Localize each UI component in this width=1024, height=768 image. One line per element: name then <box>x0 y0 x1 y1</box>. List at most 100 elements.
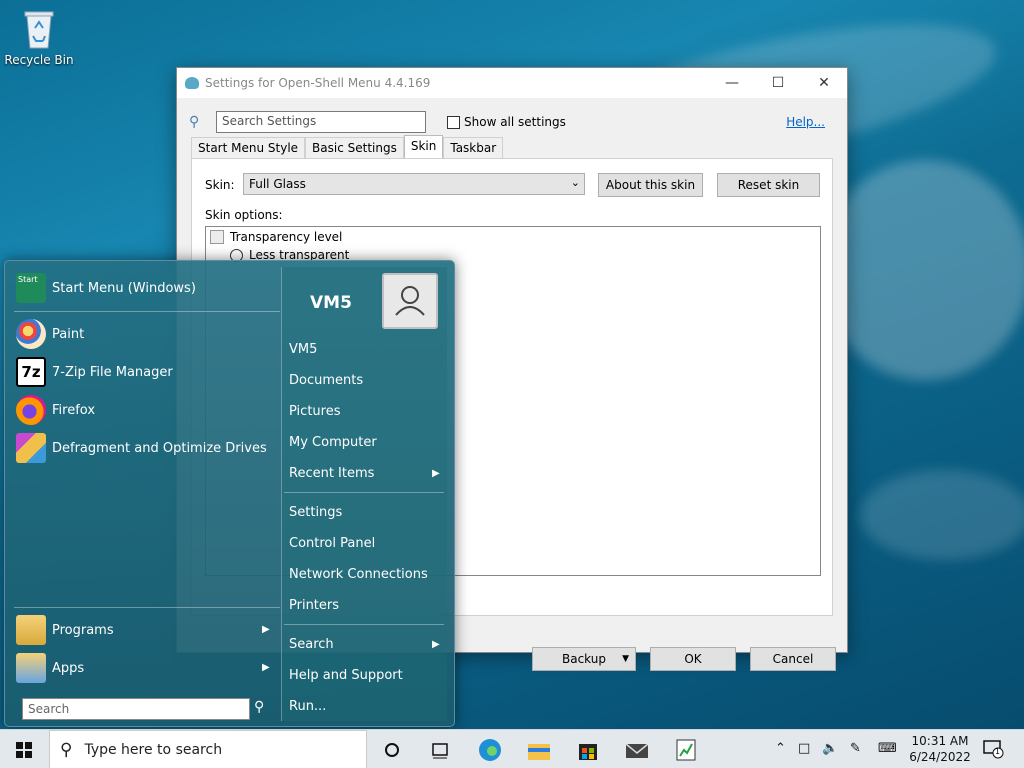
keyboard-icon[interactable]: ⌨ <box>878 741 897 756</box>
right-item-recent-items[interactable]: Recent Items <box>289 466 374 481</box>
user-icon <box>395 286 425 316</box>
programs-folder-icon <box>16 615 46 645</box>
start-menu[interactable]: Start Start Menu (Windows) Paint 7z 7-Zi… <box>4 260 455 727</box>
chevron-down-icon: ⌄ <box>570 176 580 189</box>
notification-count: 1 <box>995 747 1001 756</box>
search-icon: ⚲ <box>60 739 73 760</box>
separator <box>14 607 280 608</box>
taskbar-search-box[interactable]: ⚲ Type here to search <box>49 730 367 768</box>
item-label: Paint <box>52 326 85 342</box>
reset-skin-button[interactable]: Reset skin <box>717 173 820 197</box>
chevron-right-icon: ▶ <box>432 639 440 650</box>
start-menu-right-pane: VM5 VM5 Documents Pictures My Computer R… <box>281 267 447 721</box>
chevron-right-icon: ▶ <box>262 662 270 673</box>
pinned-item-paint[interactable]: Paint <box>16 319 84 349</box>
right-item-settings[interactable]: Settings <box>289 505 342 520</box>
search-icon[interactable]: ⚲ <box>254 699 264 715</box>
task-view-timeline-icon[interactable] <box>426 736 454 764</box>
right-item-vm5[interactable]: VM5 <box>289 342 317 357</box>
pinned-item-defragment[interactable]: Defragment and Optimize Drives <box>16 433 267 463</box>
skin-label: Skin: <box>205 178 235 192</box>
backup-button[interactable]: Backup ▼ <box>532 647 636 671</box>
minimize-button[interactable]: — <box>709 75 755 91</box>
maximize-button[interactable]: ☐ <box>755 75 801 91</box>
chevron-right-icon: ▶ <box>432 468 440 479</box>
skin-dropdown[interactable]: Full Glass ⌄ <box>243 173 585 195</box>
network-icon[interactable]: □ <box>798 741 810 756</box>
mail-icon[interactable] <box>623 736 651 764</box>
programs-item[interactable]: Programs <box>16 615 114 645</box>
recycle-bin-shortcut[interactable]: Recycle Bin <box>4 6 74 67</box>
taskbar: ⚲ Type here to search ⌃ □ 🔈 ✎ ⌨ 10:31 AM… <box>0 729 1024 768</box>
start-menu-windows-item[interactable]: Start Start Menu (Windows) <box>16 273 196 303</box>
caret-down-icon: ▼ <box>622 654 629 664</box>
tab-start-menu-style[interactable]: Start Menu Style <box>191 137 306 158</box>
settings-search-input[interactable]: Search Settings <box>216 111 426 133</box>
start-menu-search-input[interactable]: Search <box>22 698 250 720</box>
defragment-icon <box>16 433 46 463</box>
item-label: Defragment and Optimize Drives <box>52 440 267 456</box>
tab-basic-settings[interactable]: Basic Settings <box>305 137 404 158</box>
volume-icon[interactable]: 🔈 <box>822 741 838 756</box>
open-shell-icon <box>185 77 199 89</box>
item-label: 7-Zip File Manager <box>52 364 173 380</box>
user-avatar[interactable] <box>382 273 438 329</box>
tab-skin[interactable]: Skin <box>403 135 444 158</box>
separator <box>284 492 444 493</box>
item-label: Start Menu (Windows) <box>52 280 196 296</box>
notification-center-icon[interactable]: 1 <box>982 739 1004 759</box>
right-item-printers[interactable]: Printers <box>289 598 339 613</box>
windows-logo-icon <box>16 742 32 758</box>
recycle-bin-icon <box>21 6 57 50</box>
microsoft-store-icon[interactable] <box>574 736 602 764</box>
cancel-button[interactable]: Cancel <box>750 647 836 671</box>
option-group-transparency: Transparency level <box>210 230 342 244</box>
pen-icon[interactable]: ✎ <box>850 741 861 756</box>
apps-item[interactable]: Apps <box>16 653 84 683</box>
right-item-network-connections[interactable]: Network Connections <box>289 567 428 582</box>
file-explorer-icon[interactable] <box>525 736 553 764</box>
separator <box>284 624 444 625</box>
start-menu-left-pane: Start Start Menu (Windows) Paint 7z 7-Zi… <box>10 267 280 721</box>
show-hidden-icons-chevron[interactable]: ⌃ <box>775 741 786 756</box>
right-item-run[interactable]: Run... <box>289 699 326 714</box>
help-link[interactable]: Help... <box>786 115 825 129</box>
item-label: Programs <box>52 622 114 638</box>
separator <box>14 311 280 312</box>
right-item-help-support[interactable]: Help and Support <box>289 668 403 683</box>
edge-browser-icon[interactable] <box>476 736 504 764</box>
windows-start-button[interactable] <box>0 730 48 768</box>
clock[interactable]: 10:31 AM 6/24/2022 <box>908 733 972 765</box>
right-item-search[interactable]: Search <box>289 637 334 652</box>
checkbox-box[interactable] <box>447 115 460 129</box>
ok-button[interactable]: OK <box>650 647 736 671</box>
right-item-documents[interactable]: Documents <box>289 373 363 388</box>
show-all-settings-checkbox[interactable]: Show all settings <box>447 115 566 129</box>
tab-taskbar[interactable]: Taskbar <box>443 137 504 158</box>
pinned-item-7zip[interactable]: 7z 7-Zip File Manager <box>16 357 173 387</box>
settings-titlebar[interactable]: Settings for Open-Shell Menu 4.4.169 — ☐… <box>177 68 847 98</box>
search-icon: ⚲ <box>189 114 200 130</box>
wallpaper-highlight <box>860 470 1024 560</box>
backup-label: Backup <box>562 652 606 666</box>
task-view-icon[interactable] <box>378 736 406 764</box>
right-item-my-computer[interactable]: My Computer <box>289 435 377 450</box>
right-item-control-panel[interactable]: Control Panel <box>289 536 375 551</box>
skin-options-label: Skin options: <box>205 208 283 222</box>
clock-time: 10:31 AM <box>911 734 969 748</box>
notepad-icon[interactable] <box>672 736 700 764</box>
option-group-label: Transparency level <box>230 230 343 244</box>
right-item-pictures[interactable]: Pictures <box>289 404 340 419</box>
user-name: VM5 <box>310 293 352 313</box>
item-label: Apps <box>52 660 85 676</box>
recycle-bin-label: Recycle Bin <box>4 53 74 67</box>
close-button[interactable]: ✕ <box>801 75 847 91</box>
show-all-label: Show all settings <box>464 115 566 129</box>
item-label: Firefox <box>52 402 96 418</box>
window-title: Settings for Open-Shell Menu 4.4.169 <box>205 76 431 90</box>
apps-folder-icon <box>16 653 46 683</box>
pinned-item-firefox[interactable]: Firefox <box>16 395 95 425</box>
paint-icon <box>16 319 46 349</box>
about-skin-button[interactable]: About this skin <box>598 173 703 197</box>
taskbar-search-placeholder: Type here to search <box>84 741 223 758</box>
